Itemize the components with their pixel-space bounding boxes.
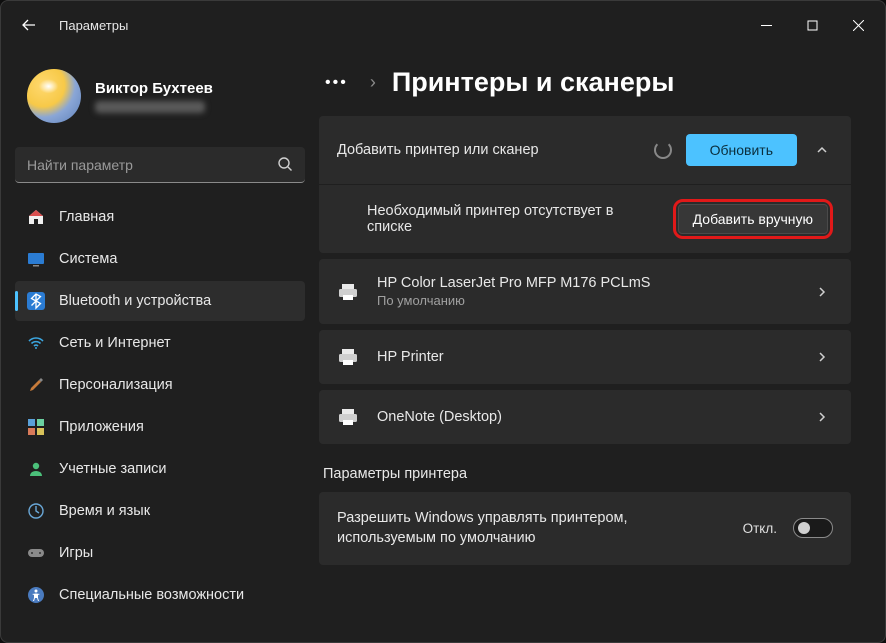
sidebar-nav: Главная Система Bluetooth и устройства С…	[15, 197, 305, 615]
search-icon	[277, 156, 293, 172]
profile-block[interactable]: Виктор Бухтеев	[15, 59, 305, 141]
sidebar-item-network[interactable]: Сеть и Интернет	[15, 323, 305, 363]
settings-window: Параметры Виктор Бухтеев	[0, 0, 886, 643]
window-title: Параметры	[59, 18, 128, 33]
printer-name: HP Printer	[377, 349, 793, 365]
main-content: ••• › Принтеры и сканеры Добавить принте…	[319, 49, 885, 642]
add-printer-label: Добавить принтер или сканер	[337, 142, 640, 158]
home-icon	[27, 208, 45, 226]
sidebar-item-label: Приложения	[59, 419, 144, 435]
spinner-icon	[654, 141, 672, 159]
sidebar: Виктор Бухтеев Главная Система	[1, 49, 319, 642]
close-button[interactable]	[835, 9, 881, 41]
default-printer-text: Разрешить Windows управлять принтером, и…	[337, 508, 727, 549]
sidebar-item-personalization[interactable]: Персонализация	[15, 365, 305, 405]
apps-icon	[27, 418, 45, 436]
gamepad-icon	[27, 544, 45, 562]
sidebar-item-label: Игры	[59, 545, 93, 561]
breadcrumb-overflow-button[interactable]: •••	[319, 70, 354, 96]
sidebar-item-label: Bluetooth и устройства	[59, 293, 211, 309]
breadcrumb: ••• › Принтеры и сканеры	[319, 67, 851, 98]
printer-missing-row: Необходимый принтер отсутствует в списке…	[319, 184, 851, 253]
sidebar-item-label: Специальные возможности	[59, 587, 244, 603]
printer-info: HP Color LaserJet Pro MFP M176 PCLmS По …	[377, 275, 793, 308]
collapse-button[interactable]	[811, 139, 833, 161]
printer-icon	[337, 348, 359, 366]
sidebar-item-home[interactable]: Главная	[15, 197, 305, 237]
brush-icon	[27, 376, 45, 394]
sidebar-item-label: Время и язык	[59, 503, 150, 519]
sidebar-item-accounts[interactable]: Учетные записи	[15, 449, 305, 489]
sidebar-item-system[interactable]: Система	[15, 239, 305, 279]
sidebar-item-gaming[interactable]: Игры	[15, 533, 305, 573]
printer-settings-heading: Параметры принтера	[323, 466, 851, 482]
printer-name: OneNote (Desktop)	[377, 409, 793, 425]
chevron-right-icon	[811, 281, 833, 303]
default-printer-toggle-row: Разрешить Windows управлять принтером, и…	[319, 492, 851, 565]
sidebar-item-label: Главная	[59, 209, 114, 225]
sidebar-item-accessibility[interactable]: Специальные возможности	[15, 575, 305, 615]
toggle-state-label: Откл.	[743, 521, 777, 536]
back-button[interactable]	[17, 13, 41, 37]
titlebar: Параметры	[1, 1, 885, 49]
search-wrap	[15, 147, 305, 183]
username: Виктор Бухтеев	[95, 80, 213, 97]
user-email-redacted	[95, 101, 205, 113]
sidebar-item-label: Система	[59, 251, 117, 267]
maximize-button[interactable]	[789, 9, 835, 41]
wifi-icon	[27, 334, 45, 352]
add-printer-panel: Добавить принтер или сканер Обновить Нео…	[319, 116, 851, 253]
page-title: Принтеры и сканеры	[392, 67, 675, 98]
sidebar-item-label: Персонализация	[59, 377, 173, 393]
search-input[interactable]	[15, 147, 305, 183]
clock-globe-icon	[27, 502, 45, 520]
sidebar-item-label: Учетные записи	[59, 461, 167, 477]
printer-icon	[337, 283, 359, 301]
sidebar-item-apps[interactable]: Приложения	[15, 407, 305, 447]
sidebar-item-time-language[interactable]: Время и язык	[15, 491, 305, 531]
add-printer-row: Добавить принтер или сканер Обновить	[319, 116, 851, 184]
toggle-knob	[798, 522, 810, 534]
printer-icon	[337, 408, 359, 426]
default-printer-toggle[interactable]	[793, 518, 833, 538]
refresh-button[interactable]: Обновить	[686, 134, 797, 166]
chevron-right-icon: ›	[370, 72, 376, 93]
printer-item-hp-printer[interactable]: HP Printer	[319, 330, 851, 384]
bluetooth-icon	[27, 292, 45, 310]
printer-item-onenote[interactable]: OneNote (Desktop)	[319, 390, 851, 444]
sidebar-item-bluetooth-devices[interactable]: Bluetooth и устройства	[15, 281, 305, 321]
printer-name: HP Color LaserJet Pro MFP M176 PCLmS	[377, 275, 793, 291]
person-icon	[27, 460, 45, 478]
chevron-right-icon	[811, 406, 833, 428]
chevron-up-icon	[815, 143, 829, 157]
printer-missing-text: Необходимый принтер отсутствует в списке	[337, 203, 659, 235]
add-manually-highlight: Добавить вручную	[673, 199, 833, 239]
accessibility-icon	[27, 586, 45, 604]
system-icon	[27, 250, 45, 268]
maximize-icon	[807, 20, 818, 31]
chevron-right-icon	[811, 346, 833, 368]
minimize-button[interactable]	[743, 9, 789, 41]
avatar	[27, 69, 81, 123]
sidebar-item-label: Сеть и Интернет	[59, 335, 171, 351]
titlebar-left: Параметры	[17, 13, 128, 37]
printer-item-hp-color-laserjet[interactable]: HP Color LaserJet Pro MFP M176 PCLmS По …	[319, 259, 851, 324]
printer-status: По умолчанию	[377, 293, 793, 308]
close-icon	[853, 20, 864, 31]
arrow-left-icon	[21, 17, 37, 33]
body: Виктор Бухтеев Главная Система	[1, 49, 885, 642]
printer-info: OneNote (Desktop)	[377, 409, 793, 425]
printer-info: HP Printer	[377, 349, 793, 365]
profile-text: Виктор Бухтеев	[95, 80, 213, 113]
minimize-icon	[761, 20, 772, 31]
add-manually-button[interactable]: Добавить вручную	[678, 204, 828, 234]
window-controls	[743, 9, 881, 41]
